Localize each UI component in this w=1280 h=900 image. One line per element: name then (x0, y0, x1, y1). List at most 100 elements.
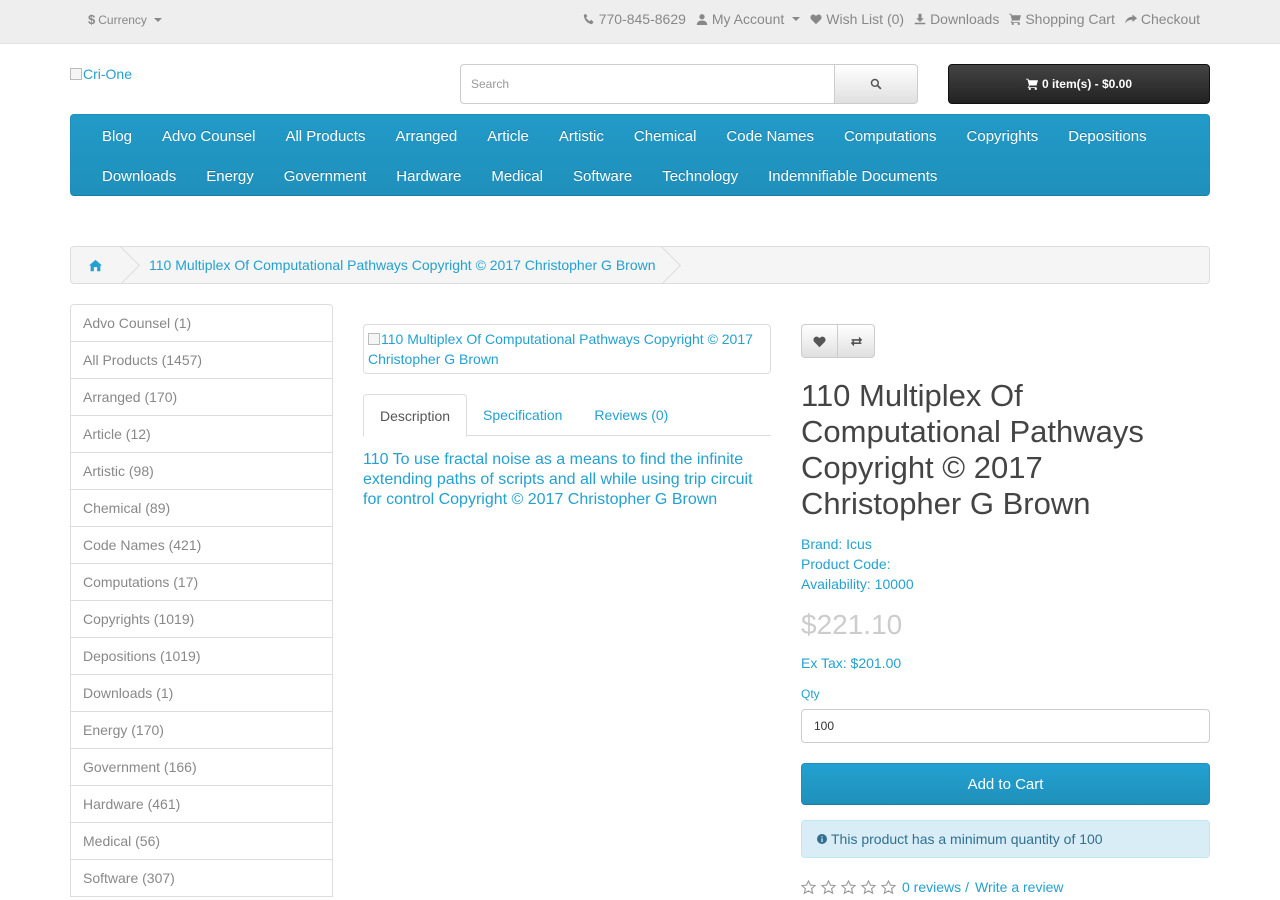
sidebar-category-item[interactable]: Software (307) (71, 860, 332, 897)
caret-down-icon (153, 17, 162, 22)
menu-item-computations[interactable]: Computations (829, 128, 952, 145)
product-title: 110 Multiplex Of Computational Pathways … (801, 378, 1144, 521)
search-input[interactable] (460, 64, 834, 104)
tab-specification[interactable]: Specification (467, 394, 578, 436)
logo[interactable]: Cri-One (70, 66, 132, 82)
menu-item-all-products[interactable]: All Products (270, 128, 380, 145)
availability-label: Availability: (801, 576, 871, 592)
broken-image-icon (70, 68, 82, 80)
menu-item-code-names[interactable]: Code Names (711, 128, 829, 145)
shopping-cart-link[interactable]: Shopping Cart (1009, 11, 1115, 27)
menu-item-blog[interactable]: Blog (87, 128, 147, 145)
sidebar-category-item[interactable]: Downloads (1) (71, 675, 332, 712)
wishlist-compare-group (801, 324, 875, 358)
header: Cri-One 0 item(s) - $0.00 (0, 44, 1280, 114)
sidebar-category-item[interactable]: Copyrights (1019) (71, 601, 332, 638)
sidebar-category-item[interactable]: Government (166) (71, 749, 332, 786)
menu-item-article[interactable]: Article (472, 128, 544, 145)
write-review-link[interactable]: Write a review (975, 879, 1063, 895)
product-meta: Brand: Icus Product Code: Availability: … (801, 534, 914, 594)
my-account-dropdown[interactable]: My Account (696, 11, 801, 27)
menu-item-artistic[interactable]: Artistic (544, 128, 619, 145)
menu-item-government[interactable]: Government (269, 168, 382, 185)
currency-label: Currency (98, 12, 147, 27)
product-image[interactable]: 110 Multiplex Of Computational Pathways … (363, 324, 771, 374)
sidebar-category-item[interactable]: Chemical (89) (71, 490, 332, 527)
menu-item-software[interactable]: Software (558, 168, 647, 185)
product-tabs: Description Specification Reviews (0) (363, 394, 771, 437)
add-to-wishlist-button[interactable] (801, 324, 838, 358)
sidebar-category-item[interactable]: Artistic (98) (71, 453, 332, 490)
menu-item-depositions[interactable]: Depositions (1053, 128, 1161, 145)
info-circle-icon (817, 834, 827, 844)
sidebar-category-item[interactable]: Medical (56) (71, 823, 332, 860)
menu-item-copyrights[interactable]: Copyrights (952, 128, 1054, 145)
cart-button[interactable]: 0 item(s) - $0.00 (948, 64, 1210, 104)
compare-button[interactable] (838, 324, 875, 358)
wishlist-link[interactable]: Wish List (0) (810, 11, 904, 27)
broken-image-icon (368, 333, 380, 345)
menu-item-chemical[interactable]: Chemical (619, 128, 712, 145)
share-icon (1124, 14, 1137, 24)
product-code-row: Product Code: (801, 554, 914, 574)
product-price: $221.10 (801, 609, 903, 640)
search-button[interactable] (834, 64, 918, 104)
breadcrumb: 110 Multiplex Of Computational Pathways … (70, 246, 1210, 284)
quantity-input[interactable] (801, 709, 1210, 743)
sidebar-category-item[interactable]: All Products (1457) (71, 342, 332, 379)
sidebar-category-item[interactable]: Energy (170) (71, 712, 332, 749)
menu-item-technology[interactable]: Technology (647, 168, 753, 185)
ex-tax-price: Ex Tax: $201.00 (801, 655, 902, 671)
sidebar-category-item[interactable]: Hardware (461) (71, 786, 332, 823)
menu-item-hardware[interactable]: Hardware (381, 168, 476, 185)
shopping-cart-label: Shopping Cart (1025, 11, 1115, 27)
menu-item-medical[interactable]: Medical (476, 168, 558, 185)
sidebar-category-item[interactable]: Article (12) (71, 416, 332, 453)
star-empty-icon (801, 879, 816, 894)
minimum-quantity-text: This product has a minimum quantity of 1… (831, 831, 1103, 847)
star-empty-icon (841, 879, 856, 894)
home-icon (88, 259, 102, 271)
add-to-cart-button[interactable]: Add to Cart (801, 763, 1210, 805)
menu-row: Downloads Energy Government Hardware Medical… (87, 156, 1193, 196)
menu-row: Blog Advo Counsel All Products Arranged Arti… (87, 116, 1193, 156)
add-to-cart-label: Add to Cart (967, 775, 1044, 793)
menu-item-downloads[interactable]: Downloads (87, 168, 191, 185)
top-links: 770-845-8629 My Account Wish List (0) Do… (583, 11, 1200, 27)
brand-link[interactable]: Icus (846, 536, 872, 552)
breadcrumb-home[interactable] (71, 247, 119, 283)
tab-description[interactable]: Description (363, 394, 468, 437)
product-description: 110 To use fractal noise as a means to f… (363, 451, 753, 508)
tab-reviews[interactable]: Reviews (0) (578, 394, 684, 436)
currency-symbol: $ (88, 12, 96, 27)
phone-link[interactable]: 770-845-8629 (583, 11, 686, 27)
menu-item-arranged[interactable]: Arranged (380, 128, 472, 145)
cart-icon (1009, 13, 1022, 25)
sidebar-category-item[interactable]: Computations (17) (71, 564, 332, 601)
sidebar-category-item[interactable]: Arranged (170) (71, 379, 332, 416)
exchange-icon (850, 336, 862, 346)
sidebar-category-item[interactable]: Code Names (421) (71, 527, 332, 564)
user-icon (696, 14, 708, 25)
availability-row: Availability: 10000 (801, 574, 914, 594)
checkout-label: Checkout (1140, 11, 1200, 27)
review-separator: / (965, 879, 970, 895)
sidebar-category-item[interactable]: Depositions (1019) (71, 638, 332, 675)
product-image-alt: 110 Multiplex Of Computational Pathways … (368, 331, 753, 367)
sidebar-category-item[interactable]: Advo Counsel (1) (71, 305, 332, 342)
downloads-link[interactable]: Downloads (914, 11, 999, 27)
currency-dropdown[interactable]: $ Currency (88, 12, 162, 27)
phone-icon (583, 13, 594, 25)
menu-item-energy[interactable]: Energy (191, 168, 269, 185)
heart-icon (810, 14, 822, 25)
downloads-label: Downloads (930, 11, 1000, 27)
star-empty-icon (821, 879, 836, 894)
menu-item-advo-counsel[interactable]: Advo Counsel (147, 128, 270, 145)
logo-alt-text: Cri-One (83, 66, 133, 82)
breadcrumb-item[interactable]: 110 Multiplex Of Computational Pathways … (145, 257, 660, 273)
menu-item-indemnifiable-documents[interactable]: Indemnifiable Documents (753, 168, 952, 185)
reviews-link[interactable]: 0 reviews (902, 879, 961, 895)
checkout-link[interactable]: Checkout (1124, 11, 1200, 27)
heart-icon (813, 336, 826, 347)
qty-label: Qty (801, 687, 820, 701)
